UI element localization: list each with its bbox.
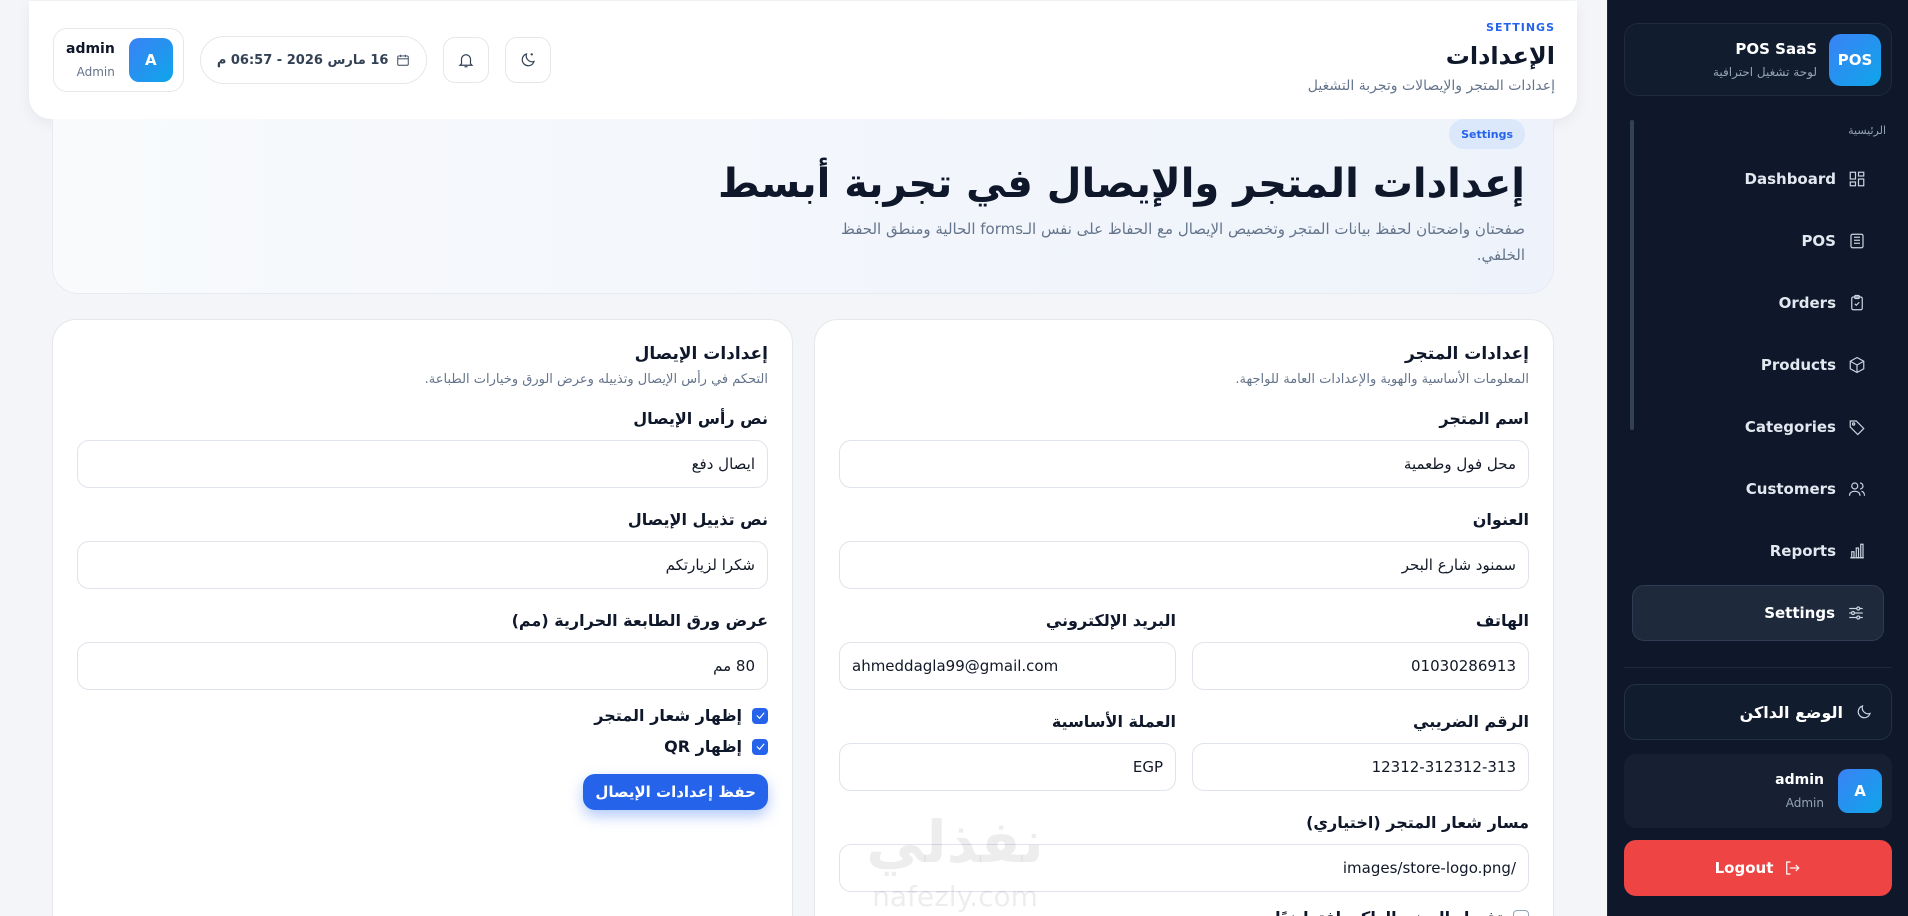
card-subtitle: المعلومات الأساسية والهوية والإعدادات ال…: [1235, 372, 1529, 387]
brand-logo: POS: [1829, 33, 1881, 86]
sidebar-item-categories[interactable]: Categories: [1632, 399, 1884, 455]
page-subtitle: إعدادات المتجر والإيصالات وتجربة التشغيل: [1307, 78, 1555, 94]
brand-name: POS SaaS: [1735, 40, 1817, 58]
paper-width-input[interactable]: 80 مم: [77, 642, 768, 690]
sidebar-item-label: Products: [1760, 356, 1836, 374]
show-qr-checkbox[interactable]: [752, 738, 768, 755]
sidebar-item-label: Categories: [1744, 418, 1836, 436]
pos-icon: [1848, 232, 1866, 250]
receipt-header-label: نص رأس الإيصال: [633, 409, 768, 428]
phone-label: الهاتف: [1475, 611, 1529, 630]
card-subtitle: التحكم في رأس الإيصال وتذييله وعرض الورق…: [424, 372, 768, 387]
sidebar-item-pos[interactable]: POS: [1632, 213, 1884, 269]
sidebar-item-products[interactable]: Products: [1632, 337, 1884, 393]
user-name: admin: [66, 41, 115, 57]
store-name-label: اسم المتجر: [1439, 409, 1529, 428]
sidebar-user-card[interactable]: admin Admin A: [1624, 754, 1892, 828]
sidebar-scrollbar[interactable]: [1630, 120, 1634, 430]
sidebar-item-label: Reports: [1769, 542, 1836, 560]
dark-mode-label: الوضع الداكن: [1739, 702, 1843, 722]
avatar: A: [1838, 769, 1882, 813]
user-role: Admin: [1785, 796, 1824, 810]
hero-badge: Settings: [1449, 119, 1525, 149]
top-header: SETTINGS الإعدادات إعدادات المتجر والإيص…: [29, 1, 1577, 119]
receipt-footer-label: نص تذييل الإيصال: [627, 510, 768, 529]
orders-icon: [1848, 294, 1866, 312]
tag-icon: [1848, 418, 1866, 436]
logo-path-label: مسار شعار المتجر (اختياري): [1306, 813, 1529, 832]
sidebar-item-label: Orders: [1778, 294, 1836, 312]
tax-number-label: الرقم الضريبي: [1413, 712, 1529, 731]
sliders-icon: [1847, 604, 1865, 622]
tax-number-input[interactable]: 12312-312312-313: [1192, 743, 1529, 791]
currency-label: العملة الأساسية: [1051, 712, 1176, 731]
page-kicker: SETTINGS: [1486, 21, 1555, 34]
address-label: العنوان: [1472, 510, 1529, 529]
logo-path-input[interactable]: /images/store-logo.png: [839, 844, 1529, 892]
receipt-header-input[interactable]: ايصال دفع: [77, 440, 768, 488]
user-name: admin: [1775, 772, 1824, 788]
dashboard-icon: [1848, 170, 1866, 188]
address-input[interactable]: سمنود شارع البحر: [839, 541, 1529, 589]
header-user-card[interactable]: admin Admin A: [53, 28, 184, 92]
dark-default-option[interactable]: تفعيل الوضع الداكن افتراضيًا: [839, 908, 1529, 916]
dark-mode-toggle[interactable]: الوضع الداكن: [1624, 684, 1892, 740]
show-logo-option[interactable]: إظهار شعار المتجر: [77, 706, 768, 725]
sidebar-item-customers[interactable]: Customers: [1632, 461, 1884, 517]
email-input[interactable]: ahmeddagla99@gmail.com: [839, 642, 1176, 690]
sidebar-item-label: Customers: [1745, 480, 1836, 498]
nav-section-label: الرئيسية: [1848, 124, 1886, 137]
logout-label: Logout: [1714, 859, 1774, 877]
receipt-footer-input[interactable]: شكرا لزيارتكم: [77, 541, 768, 589]
save-receipt-button[interactable]: حفظ إعدادات الإيصال: [583, 774, 768, 810]
user-role: Admin: [76, 65, 115, 79]
logout-icon: [1783, 859, 1801, 877]
currency-input[interactable]: EGP: [839, 743, 1176, 791]
show-qr-option[interactable]: إظهار QR: [77, 737, 768, 756]
calendar-icon: [397, 54, 410, 66]
dark-default-label: تفعيل الوضع الداكن افتراضيًا: [1275, 908, 1503, 916]
hero-title: إعدادات المتجر والإيصال في تجربة أبسط: [718, 161, 1525, 207]
hero-subtitle: صفحتان واضحتان لحفظ بيانات المتجر وتخصيص…: [840, 220, 1525, 264]
show-logo-label: إظهار شعار المتجر: [594, 706, 742, 725]
sidebar-item-reports[interactable]: Reports: [1632, 523, 1884, 579]
sidebar-item-label: Dashboard: [1744, 170, 1836, 188]
sidebar-item-settings[interactable]: Settings: [1632, 585, 1884, 641]
receipt-settings-card: إعدادات الإيصال التحكم في رأس الإيصال وت…: [52, 319, 793, 916]
bar-chart-icon: [1848, 542, 1866, 560]
date-text: 16 مارس 2026 - 06:57 م: [216, 52, 389, 68]
moon-icon: [522, 53, 536, 67]
dark-default-checkbox[interactable]: [1513, 909, 1529, 916]
avatar: A: [128, 38, 173, 82]
bell-icon: [458, 54, 474, 68]
date-display: 16 مارس 2026 - 06:57 م: [199, 36, 428, 84]
email-label: البريد الإلكتروني: [1045, 611, 1176, 630]
store-settings-card: إعدادات المتجر المعلومات الأساسية والهوي…: [814, 319, 1554, 916]
card-title: إعدادات الإيصال: [634, 344, 768, 364]
users-icon: [1848, 480, 1866, 498]
moon-icon: [1855, 703, 1873, 721]
phone-input[interactable]: 01030286913: [1192, 642, 1529, 690]
card-title: إعدادات المتجر: [1404, 344, 1529, 364]
sidebar-item-dashboard[interactable]: Dashboard: [1632, 151, 1884, 207]
paper-width-label: عرض ورق الطابعة الحرارية (مم): [511, 611, 768, 630]
sidebar-item-label: POS: [1801, 232, 1836, 250]
sidebar-item-label: Settings: [1764, 604, 1835, 622]
hero-card: Settings إعدادات المتجر والإيصال في تجرب…: [52, 119, 1554, 294]
box-icon: [1848, 356, 1866, 374]
notifications-button[interactable]: [443, 37, 490, 83]
logout-button[interactable]: Logout: [1624, 840, 1892, 896]
sidebar-item-orders[interactable]: Orders: [1632, 275, 1884, 331]
store-name-input[interactable]: محل فول وطعمية: [839, 440, 1529, 488]
show-logo-checkbox[interactable]: [752, 707, 768, 724]
brand-card: POS SaaS لوحة تشغيل احترافية POS: [1624, 23, 1892, 96]
sidebar: POS SaaS لوحة تشغيل احترافية POS الرئيسي…: [1607, 0, 1908, 916]
brand-subtitle: لوحة تشغيل احترافية: [1713, 65, 1817, 79]
theme-toggle-button[interactable]: [505, 37, 552, 83]
show-qr-label: إظهار QR: [664, 737, 742, 756]
sidebar-divider: [1624, 667, 1892, 668]
page-title: الإعدادات: [1445, 42, 1555, 70]
